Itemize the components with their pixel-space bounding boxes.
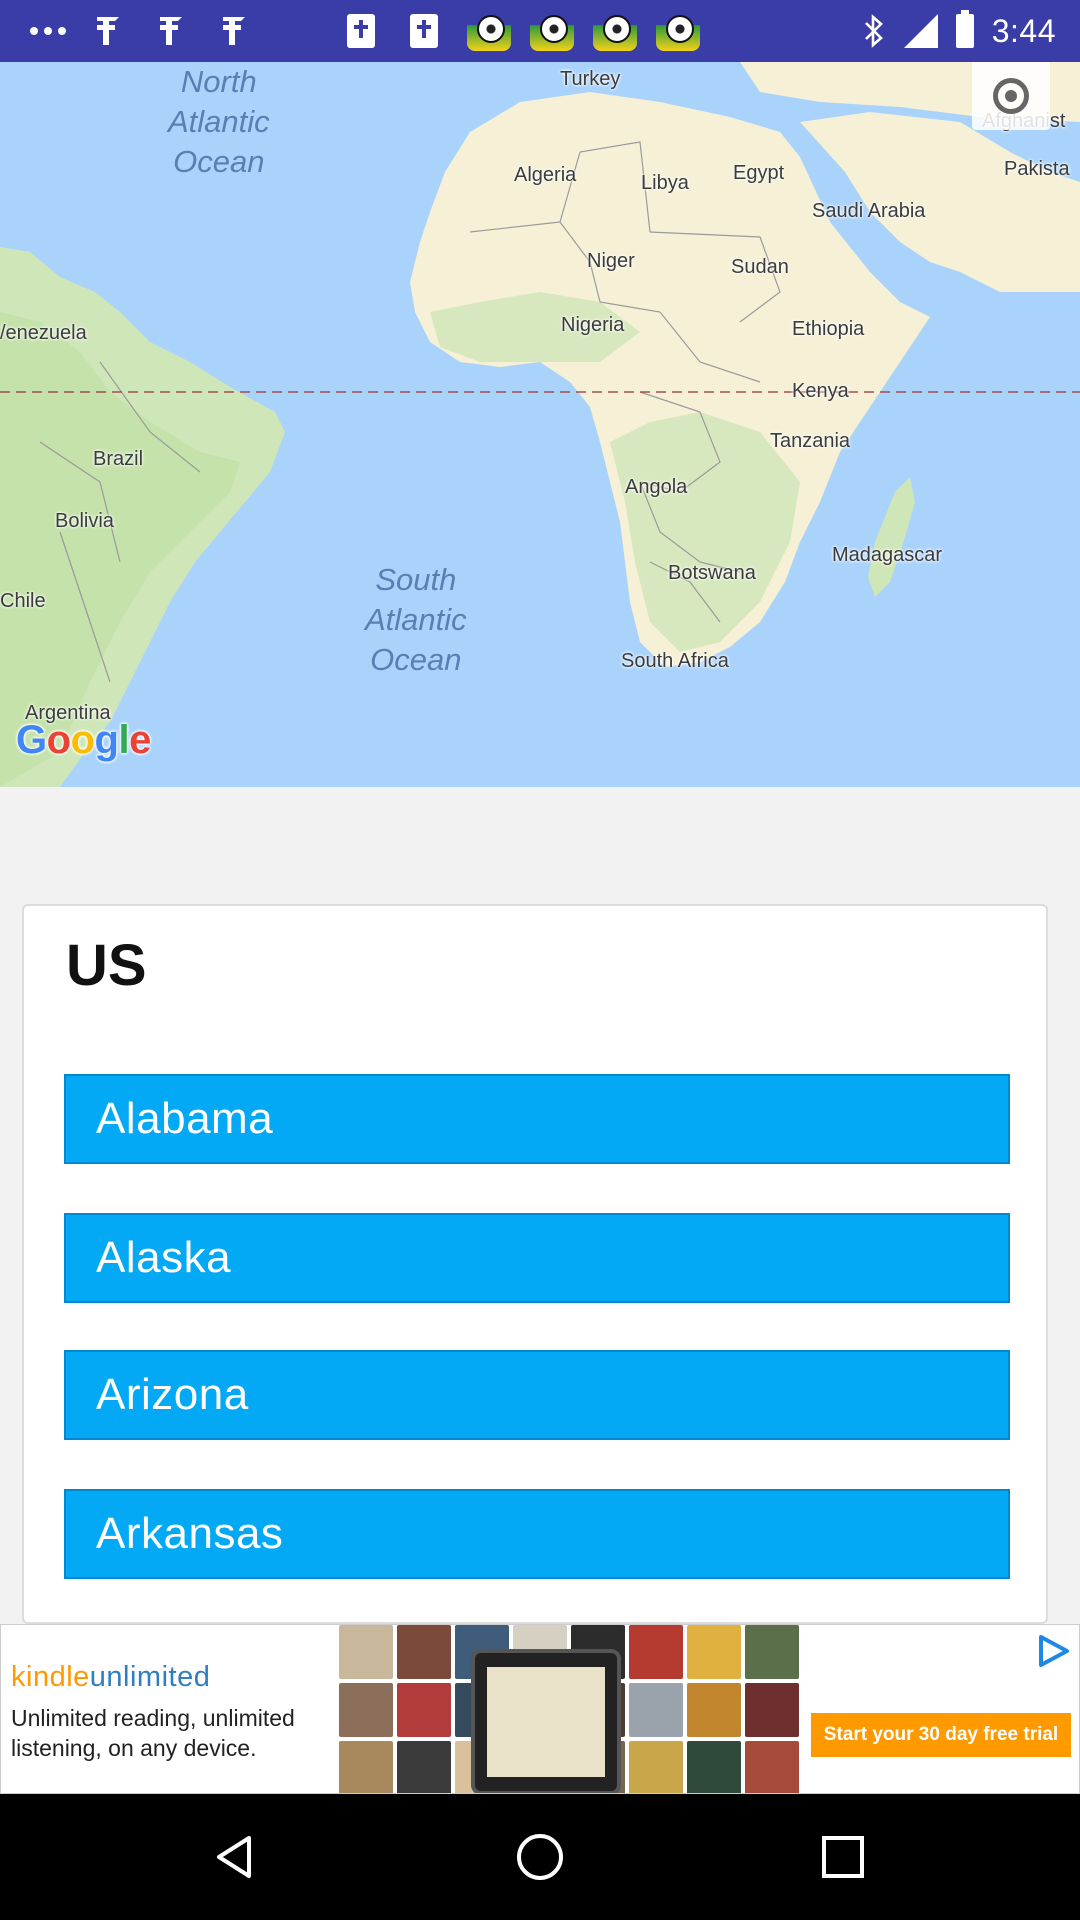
ocean-label: South Atlantic Ocean [365, 562, 467, 677]
ad-device-image [471, 1649, 621, 1793]
map-label: Bolivia [55, 510, 114, 532]
map-label: Turkey [560, 68, 621, 90]
my-location-button[interactable] [972, 62, 1050, 130]
battery-icon [955, 10, 974, 48]
map-label: Angola [625, 476, 688, 498]
state-list-card: US Alabama Alaska Arizona Arkansas [22, 904, 1048, 1624]
map-view[interactable]: North Atlantic Ocean South Atlantic Ocea… [0, 62, 1080, 787]
map-label: Libya [641, 172, 689, 194]
cross-icon [92, 10, 126, 52]
map-label: Niger [587, 250, 635, 272]
cross-icon [218, 10, 252, 52]
state-button-arizona[interactable]: Arizona [64, 1350, 1010, 1440]
bible-icon [344, 10, 378, 52]
ad-choices-icon[interactable] [1033, 1631, 1073, 1671]
state-button-alaska[interactable]: Alaska [64, 1213, 1010, 1303]
soccer-ball-icon [466, 10, 512, 52]
bluetooth-icon [864, 14, 883, 48]
map-label: Botswana [668, 562, 756, 584]
map-label: South Africa [621, 650, 729, 672]
signal-icon [903, 14, 938, 48]
map-label: Egypt [733, 162, 785, 184]
map-label: Chile [0, 590, 46, 612]
ad-cta-button[interactable]: Start your 30 day free trial [811, 1713, 1071, 1757]
ocean-label: North Atlantic Ocean [168, 64, 270, 179]
map-label: Saudi Arabia [812, 200, 926, 222]
more-dots-icon [24, 10, 72, 52]
my-location-icon [993, 78, 1029, 114]
soccer-ball-icon [529, 10, 575, 52]
kindle-unlimited-logo: kindleunlimited [11, 1661, 211, 1693]
map-label: Kenya [792, 380, 849, 402]
map-label: Ethiopia [792, 318, 865, 340]
madagascar-landmass [868, 477, 915, 597]
state-button-alabama[interactable]: Alabama [64, 1074, 1010, 1164]
navigation-bar [0, 1794, 1080, 1920]
map-label: Madagascar [832, 544, 943, 566]
map-label: Nigeria [561, 314, 625, 336]
map-label: Brazil [93, 448, 144, 470]
soccer-ball-icon [655, 10, 701, 52]
home-icon[interactable] [515, 1832, 565, 1882]
map-label: /enezuela [0, 322, 87, 344]
ad-banner[interactable]: kindleunlimited Unlimited reading, unlim… [0, 1624, 1080, 1794]
map-label: Algeria [514, 164, 577, 186]
soccer-ball-icon [592, 10, 638, 52]
recents-icon[interactable] [818, 1832, 868, 1882]
state-button-arkansas[interactable]: Arkansas [64, 1489, 1010, 1579]
back-icon[interactable] [211, 1832, 261, 1882]
google-logo: Google [16, 718, 151, 762]
status-bar: 3:44 [0, 0, 1080, 62]
map-label: Sudan [731, 256, 789, 278]
ad-text: Unlimited reading, unlimited listening, … [11, 1705, 295, 1761]
clock-time: 3:44 [991, 12, 1056, 49]
cross-icon [155, 10, 189, 52]
country-title: US [66, 933, 147, 998]
map-label: Pakista [1004, 158, 1070, 180]
map-label: Tanzania [770, 430, 851, 452]
bible-icon [407, 10, 441, 52]
